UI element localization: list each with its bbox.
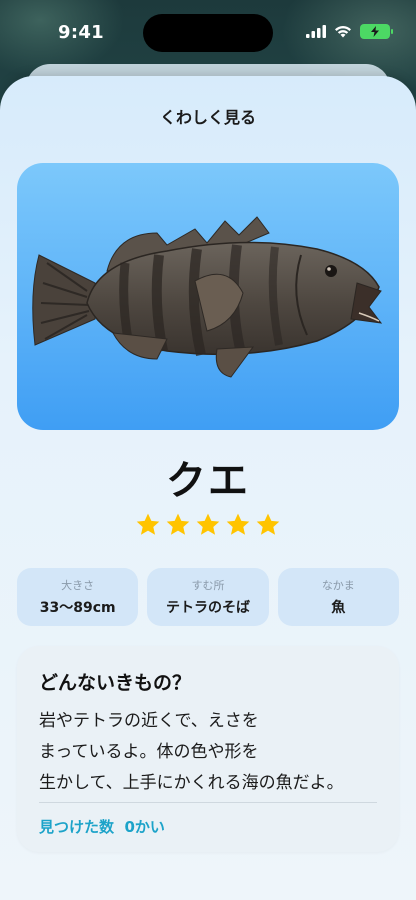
fish-illustration xyxy=(32,216,383,378)
info-value: 魚 xyxy=(331,600,346,616)
status-bar: 9:41 xyxy=(0,0,416,64)
wifi-icon xyxy=(335,26,351,38)
description-line: まっているよ。体の色や形を xyxy=(39,742,259,762)
sheet-title: くわしく見る xyxy=(159,108,256,127)
info-value: テトラのそば xyxy=(165,600,250,616)
creature-name: クエ xyxy=(166,458,250,504)
description-line: 岩やテトラの近くで、えさを xyxy=(39,711,259,731)
info-card-group: なかま 魚 xyxy=(277,568,399,626)
creature-image xyxy=(17,163,399,430)
rating-stars xyxy=(0,512,416,538)
found-count: 見つけた数 0かい xyxy=(39,816,165,837)
battery-charging-icon xyxy=(360,24,393,39)
description-text: 岩やテトラの近くで、えさを まっているよ。体の色や形を 生かして、上手にかくれる… xyxy=(39,706,344,799)
description-card: どんないきもの？ 岩やテトラの近くで、えさを まっているよ。体の色や形を 生かし… xyxy=(17,646,399,852)
info-card-habitat: すむ所 テトラのそば xyxy=(147,568,269,626)
star-icon xyxy=(196,513,220,535)
cellular-signal-icon xyxy=(306,25,326,38)
description-title: どんないきもの？ xyxy=(39,672,192,694)
dynamic-island xyxy=(143,14,273,52)
divider xyxy=(39,802,377,803)
info-label: すむ所 xyxy=(191,579,225,592)
description-line: 生かして、上手にかくれる海の魚だよ。 xyxy=(39,773,344,793)
found-count-value: 0かい xyxy=(124,818,165,836)
star-icon xyxy=(166,513,190,535)
detail-sheet: くわしく見る クエ 大きさ 33〜89cm すむ所 テトラのそば なかま 魚 ど… xyxy=(0,76,416,900)
found-count-label: 見つけた数 xyxy=(39,818,115,836)
info-label: 大きさ xyxy=(61,579,95,592)
star-icon xyxy=(226,513,250,535)
star-icon xyxy=(256,513,280,535)
info-card-size: 大きさ 33〜89cm xyxy=(17,568,139,626)
status-time: 9:41 xyxy=(58,22,104,43)
info-label: なかま xyxy=(321,579,355,592)
status-icons xyxy=(306,24,393,39)
info-value: 33〜89cm xyxy=(39,600,116,616)
star-icon xyxy=(136,513,160,535)
info-row: 大きさ 33〜89cm すむ所 テトラのそば なかま 魚 xyxy=(17,568,399,626)
